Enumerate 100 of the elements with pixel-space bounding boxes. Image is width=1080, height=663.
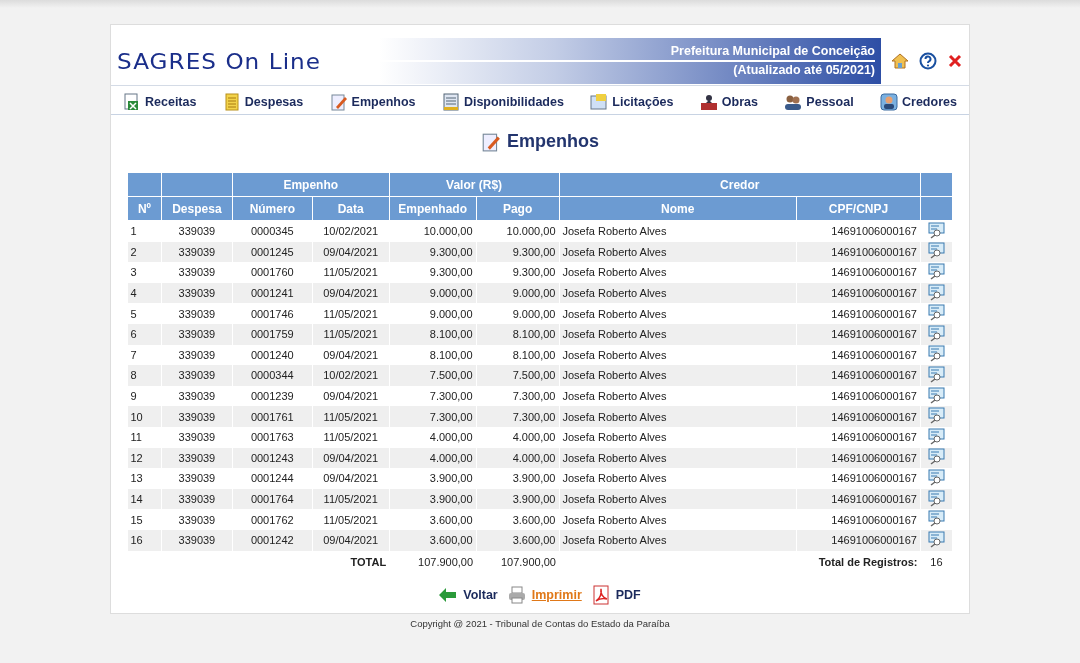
table-cell: 9.000,00 bbox=[476, 303, 559, 324]
table-cell: 11/05/2021 bbox=[312, 406, 390, 427]
table-cell: 0001761 bbox=[232, 406, 313, 427]
table-cell: 7.300,00 bbox=[476, 406, 559, 427]
table-cell: 0001760 bbox=[232, 262, 313, 283]
table-cell: Josefa Roberto Alves bbox=[559, 365, 797, 386]
table-cell: 11/05/2021 bbox=[312, 509, 390, 530]
detail-icon[interactable] bbox=[927, 221, 945, 239]
help-icon[interactable] bbox=[919, 52, 937, 70]
detail-icon[interactable] bbox=[927, 407, 945, 425]
table-cell: 8.100,00 bbox=[476, 323, 559, 345]
table-cell: 0001244 bbox=[232, 468, 313, 489]
table-cell: Josefa Roberto Alves bbox=[559, 509, 797, 530]
table-cell: 0001762 bbox=[232, 509, 313, 530]
table-cell: 3.600,00 bbox=[389, 509, 477, 530]
table-cell: 15 bbox=[127, 509, 162, 530]
document-pencil-icon bbox=[481, 131, 501, 152]
table-cell: Josefa Roberto Alves bbox=[559, 220, 797, 242]
table-cell: 3 bbox=[127, 262, 162, 283]
pdf-icon bbox=[591, 584, 610, 605]
table-cell: 339039 bbox=[161, 303, 233, 324]
header-cell: Valor (R$) bbox=[389, 172, 559, 197]
table-cell: 14691006000167 bbox=[796, 262, 921, 283]
spreadsheet-icon bbox=[123, 93, 141, 111]
header-cell: Credor bbox=[559, 172, 921, 197]
table-cell: 13 bbox=[127, 468, 162, 489]
table-cell: 0001242 bbox=[232, 529, 313, 551]
nav-link[interactable]: Obras bbox=[699, 90, 758, 114]
printer-icon bbox=[507, 585, 526, 604]
detail-icon[interactable] bbox=[927, 324, 945, 342]
column-header: Nº bbox=[127, 196, 162, 221]
detail-icon[interactable] bbox=[927, 345, 945, 363]
close-icon[interactable] bbox=[947, 53, 963, 69]
table-cell: Josefa Roberto Alves bbox=[559, 303, 797, 324]
table-cell: 7.500,00 bbox=[476, 365, 559, 386]
header-cell bbox=[127, 172, 162, 197]
table-cell: 10.000,00 bbox=[389, 220, 477, 242]
table-cell: 1 bbox=[127, 220, 162, 242]
table-cell: 09/04/2021 bbox=[312, 468, 390, 489]
nav-link[interactable]: Licitações bbox=[590, 90, 674, 114]
table-cell: 10.000,00 bbox=[476, 220, 559, 242]
records-label: Total de Registros: bbox=[818, 555, 918, 568]
nav-link[interactable]: Despesas bbox=[222, 90, 304, 114]
detail-icon[interactable] bbox=[927, 263, 945, 280]
table-cell: 7.300,00 bbox=[389, 406, 477, 427]
table-cell: 3.600,00 bbox=[389, 529, 477, 551]
detail-icon[interactable] bbox=[927, 530, 945, 548]
update-note: (Atualizado até 05/2021) bbox=[379, 60, 875, 79]
detail-icon[interactable] bbox=[927, 386, 945, 404]
arrow-left-icon bbox=[439, 587, 458, 602]
table-cell: 6 bbox=[127, 323, 162, 345]
table-cell: 0001746 bbox=[232, 303, 313, 324]
table-cell: 3.600,00 bbox=[476, 529, 559, 551]
detail-icon[interactable] bbox=[927, 304, 945, 322]
table-cell: 9.000,00 bbox=[389, 303, 477, 324]
table-cell: 4.000,00 bbox=[476, 426, 559, 448]
action-link[interactable]: PDF bbox=[591, 584, 641, 605]
table-cell: 3.900,00 bbox=[389, 468, 477, 489]
detail-icon[interactable] bbox=[927, 468, 945, 486]
detail-icon[interactable] bbox=[927, 489, 945, 507]
nav-link[interactable]: Empenhos bbox=[329, 90, 416, 114]
nav-link[interactable]: Disponibilidades bbox=[441, 90, 564, 114]
table-cell: 339039 bbox=[161, 406, 233, 427]
table-cell: 3.600,00 bbox=[476, 509, 559, 530]
table-cell: 10/02/2021 bbox=[312, 365, 390, 386]
clipboard-icon bbox=[590, 93, 609, 111]
table-cell: 09/04/2021 bbox=[312, 529, 390, 551]
home-icon[interactable] bbox=[891, 52, 909, 70]
detail-icon[interactable] bbox=[927, 448, 945, 466]
table-cell: Josefa Roberto Alves bbox=[559, 426, 797, 448]
detail-icon[interactable] bbox=[927, 427, 945, 445]
document-pencil-icon bbox=[329, 93, 348, 111]
table-cell: 11/05/2021 bbox=[312, 303, 390, 324]
table-cell: 0000344 bbox=[232, 365, 313, 386]
table-cell: 339039 bbox=[161, 323, 233, 345]
nav-link[interactable]: Receitas bbox=[123, 90, 197, 114]
people-icon bbox=[784, 93, 803, 111]
table-cell: 14691006000167 bbox=[796, 365, 921, 386]
logo: SAGRES On Line bbox=[117, 48, 323, 74]
detail-icon[interactable] bbox=[927, 242, 945, 260]
table-cell: Josefa Roberto Alves bbox=[559, 468, 797, 489]
nav-link[interactable]: Pessoal bbox=[784, 90, 854, 114]
table-cell: 11/05/2021 bbox=[312, 262, 390, 283]
table-cell: 339039 bbox=[161, 365, 233, 386]
notepad-icon bbox=[222, 93, 241, 111]
detail-icon[interactable] bbox=[927, 510, 945, 528]
table-cell: 9.300,00 bbox=[389, 262, 477, 283]
header-cell: Empenho bbox=[232, 172, 390, 197]
table-cell: 14691006000167 bbox=[796, 303, 921, 324]
action-link[interactable]: Voltar bbox=[439, 587, 498, 602]
nav-link[interactable]: Credores bbox=[880, 90, 957, 114]
column-header: Nome bbox=[559, 196, 797, 221]
detail-icon[interactable] bbox=[927, 283, 945, 301]
table-cell: 10 bbox=[127, 406, 162, 427]
table-cell: 8.100,00 bbox=[389, 323, 477, 345]
total-label: TOTAL bbox=[350, 555, 387, 568]
ledger-icon bbox=[441, 93, 460, 111]
table-cell: 339039 bbox=[161, 262, 233, 283]
table-cell: 14691006000167 bbox=[796, 406, 921, 427]
detail-icon[interactable] bbox=[927, 365, 945, 383]
